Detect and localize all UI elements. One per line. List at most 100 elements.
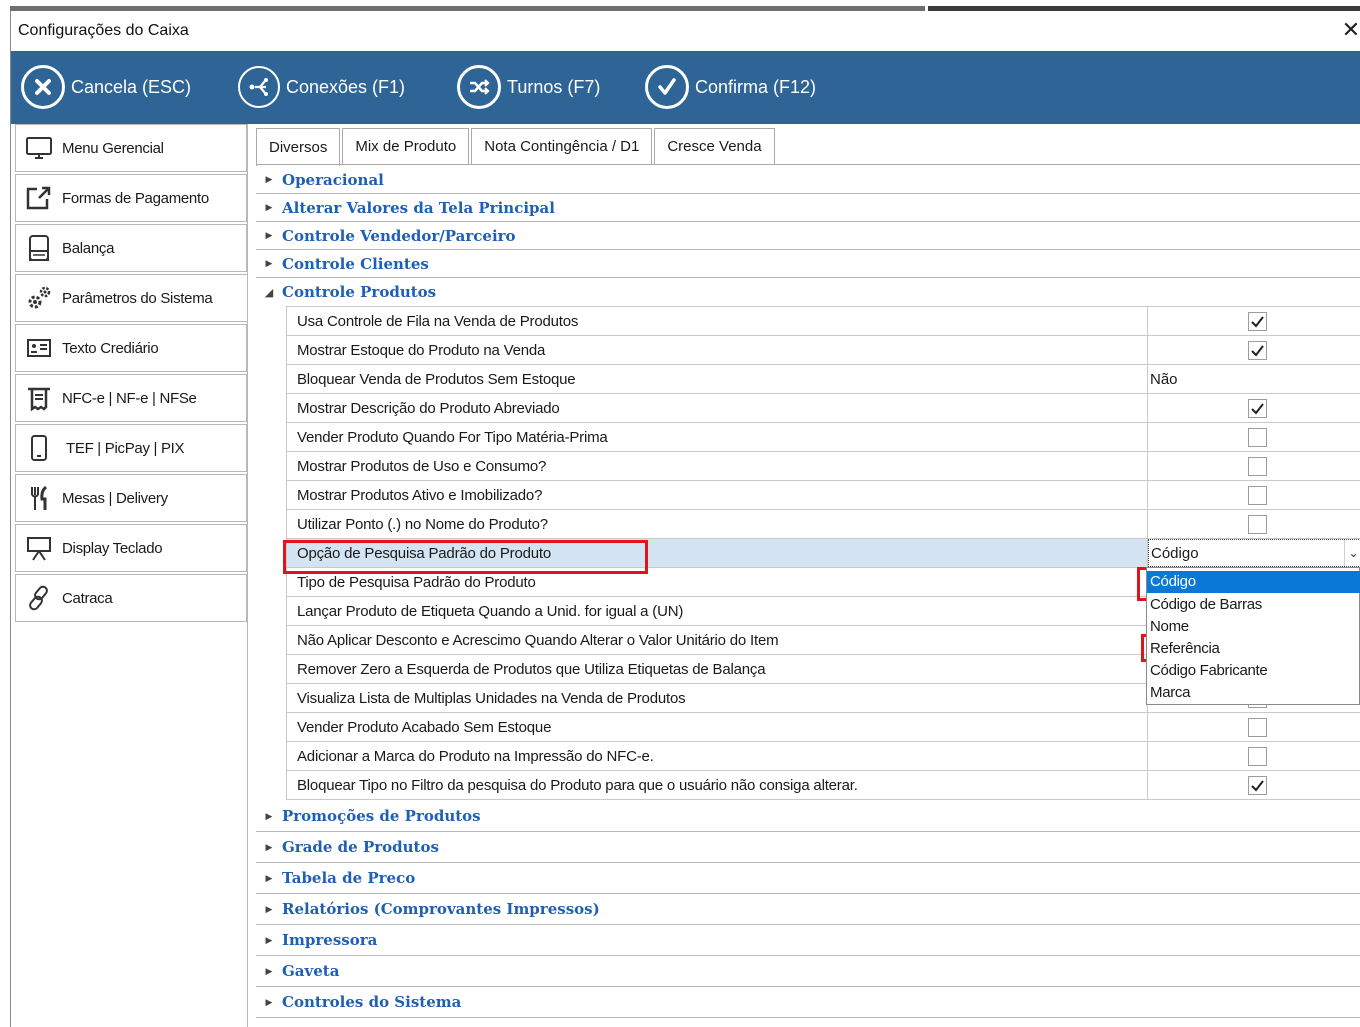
checkbox[interactable] <box>1248 515 1267 534</box>
property-name: Vender Produto Quando For Tipo Matéria-P… <box>297 428 608 446</box>
expand-arrow-icon[interactable]: ▶ <box>256 935 282 946</box>
sidebar-item-label: Catraca <box>62 589 113 607</box>
sidebar: Menu Gerencial Formas de Pagamento Balan… <box>15 124 251 1027</box>
property-name: Tipo de Pesquisa Padrão do Produto <box>297 573 536 591</box>
tab-nota-contingencia[interactable]: Nota Contingência / D1 <box>471 128 653 164</box>
tab-diversos[interactable]: Diversos <box>256 128 341 166</box>
property-row: Mostrar Descrição do Produto Abreviado <box>286 393 1360 422</box>
expand-arrow-icon[interactable]: ▶ <box>256 811 282 822</box>
expand-arrow-icon[interactable]: ▶ <box>256 842 282 853</box>
sidebar-item-nfce[interactable]: NFC-e | NF-e | NFSe <box>15 374 247 422</box>
chevron-down-icon[interactable]: ⌄ <box>1344 540 1360 566</box>
category-controle-clientes[interactable]: ▶ Controle Clientes <box>256 250 1360 278</box>
cancel-button[interactable]: Cancela (ESC) <box>21 64 191 110</box>
property-name: Lançar Produto de Etiqueta Quando a Unid… <box>297 602 684 620</box>
property-value <box>1147 307 1360 335</box>
dropdown-option-nome[interactable]: Nome <box>1147 616 1360 638</box>
search-option-combo[interactable]: Código ⌄ <box>1148 539 1360 567</box>
confirm-button[interactable]: Confirma (F12) <box>645 64 816 110</box>
sidebar-item-mesas-delivery[interactable]: Mesas | Delivery <box>15 474 247 522</box>
phone-icon <box>16 425 62 471</box>
dropdown-option-codigo-fabricante[interactable]: Código Fabricante <box>1147 660 1360 682</box>
category-label: Grade de Produtos <box>282 838 439 856</box>
dropdown-option-codigo-barras[interactable]: Código de Barras <box>1147 594 1360 616</box>
category-tabela-preco[interactable]: ▶ Tabela de Preco <box>256 863 1360 894</box>
gears-icon <box>16 275 62 321</box>
expand-arrow-icon[interactable]: ▶ <box>256 904 282 915</box>
sidebar-item-parametros-sistema[interactable]: Parâmetros do Sistema <box>15 274 251 322</box>
category-promocoes[interactable]: ▶ Promoções de Produtos <box>256 801 1360 832</box>
tab-divider <box>256 164 1360 165</box>
shifts-button-label: Turnos (F7) <box>507 76 601 97</box>
property-value <box>1147 713 1360 741</box>
sidebar-item-label: Parâmetros do Sistema <box>62 289 213 307</box>
property-row: Bloquear Venda de Produtos Sem Estoque N… <box>286 364 1360 393</box>
category-label: Gaveta <box>282 962 340 980</box>
sidebar-item-tef[interactable]: TEF | PicPay | PIX <box>15 424 247 472</box>
sidebar-item-menu-gerencial[interactable]: Menu Gerencial <box>15 124 247 172</box>
property-name: Não Aplicar Desconto e Acrescimo Quando … <box>297 631 779 649</box>
config-window: Configurações do Caixa ✕ Cancela (ESC) C… <box>10 11 1360 1027</box>
category-controles-sistema[interactable]: ▶ Controles do Sistema <box>256 987 1360 1018</box>
collapse-arrow-icon[interactable]: ◢ <box>256 286 282 299</box>
close-icon[interactable]: ✕ <box>1341 17 1360 43</box>
receipt-icon <box>16 375 62 421</box>
checkbox[interactable] <box>1248 341 1267 360</box>
category-relatorios[interactable]: ▶ Relatórios (Comprovantes Impressos) <box>256 894 1360 925</box>
expand-arrow-icon[interactable]: ▶ <box>256 873 282 884</box>
checkbox[interactable] <box>1248 718 1267 737</box>
sidebar-item-label: Balança <box>62 239 115 257</box>
sidebar-item-formas-pagamento[interactable]: Formas de Pagamento <box>15 174 247 222</box>
cancel-circle-icon <box>21 65 65 109</box>
expand-arrow-icon[interactable]: ▶ <box>256 997 282 1008</box>
sidebar-item-label: TEF | PicPay | PIX <box>66 439 185 457</box>
checkbox[interactable] <box>1248 428 1267 447</box>
expand-arrow-icon[interactable]: ▶ <box>256 966 282 977</box>
property-name: Mostrar Estoque do Produto na Venda <box>297 341 546 359</box>
category-gaveta[interactable]: ▶ Gaveta <box>256 956 1360 987</box>
dropdown-option-referencia[interactable]: Referência <box>1147 638 1360 660</box>
monitor-icon <box>16 125 62 171</box>
shifts-button[interactable]: Turnos (F7) <box>457 64 600 110</box>
connections-button[interactable]: Conexões (F1) <box>238 64 405 110</box>
confirm-button-label: Confirma (F12) <box>695 76 817 97</box>
dropdown-option-codigo[interactable]: Código <box>1147 571 1360 593</box>
expand-arrow-icon[interactable]: ▶ <box>256 258 282 269</box>
property-name: Adicionar a Marca do Produto na Impressã… <box>297 747 654 765</box>
display-icon <box>16 525 62 571</box>
category-impressora[interactable]: ▶ Impressora <box>256 925 1360 956</box>
category-controle-vendedor[interactable]: ▶ Controle Vendedor/Parceiro <box>256 222 1360 250</box>
property-row: Vender Produto Quando For Tipo Matéria-P… <box>286 422 1360 451</box>
sidebar-item-catraca[interactable]: Catraca <box>15 574 247 622</box>
sidebar-item-texto-crediario[interactable]: Texto Crediário <box>15 324 247 372</box>
sidebar-item-label: Formas de Pagamento <box>62 189 209 207</box>
property-value <box>1147 771 1360 799</box>
expand-arrow-icon[interactable]: ▶ <box>256 230 282 241</box>
property-name: Mostrar Produtos de Uso e Consumo? <box>297 457 547 475</box>
category-operacional[interactable]: ▶ Operacional <box>256 166 1360 194</box>
tab-mix-produto[interactable]: Mix de Produto <box>342 128 470 164</box>
category-grade-produtos[interactable]: ▶ Grade de Produtos <box>256 832 1360 863</box>
property-name: Mostrar Produtos Ativo e Imobilizado? <box>297 486 543 504</box>
category-label: Controle Produtos <box>282 283 437 301</box>
expand-arrow-icon[interactable]: ▶ <box>256 174 282 185</box>
checkbox[interactable] <box>1248 312 1267 331</box>
checkbox[interactable] <box>1248 747 1267 766</box>
checkbox[interactable] <box>1248 457 1267 476</box>
checkbox[interactable] <box>1248 486 1267 505</box>
property-row: Bloquear Tipo no Filtro da pesquisa do P… <box>286 770 1360 800</box>
checkbox[interactable] <box>1248 776 1267 795</box>
property-row: Utilizar Ponto (.) no Nome do Produto? <box>286 509 1360 538</box>
property-value[interactable]: Não <box>1147 365 1360 393</box>
property-value: Código ⌄ <box>1147 539 1360 567</box>
checkbox[interactable] <box>1248 399 1267 418</box>
tab-cresce-venda[interactable]: Cresce Venda <box>654 128 775 164</box>
sidebar-item-balanca[interactable]: Balança <box>15 224 247 272</box>
dropdown-option-marca[interactable]: Marca <box>1147 682 1360 704</box>
expand-arrow-icon[interactable]: ▶ <box>256 202 282 213</box>
property-row: Vender Produto Acabado Sem Estoque <box>286 712 1360 741</box>
category-alterar-valores[interactable]: ▶ Alterar Valores da Tela Principal <box>256 194 1360 222</box>
category-controle-produtos[interactable]: ◢ Controle Produtos <box>256 278 1360 306</box>
category-label: Promoções de Produtos <box>282 807 481 825</box>
sidebar-item-display-teclado[interactable]: Display Teclado <box>15 524 247 572</box>
